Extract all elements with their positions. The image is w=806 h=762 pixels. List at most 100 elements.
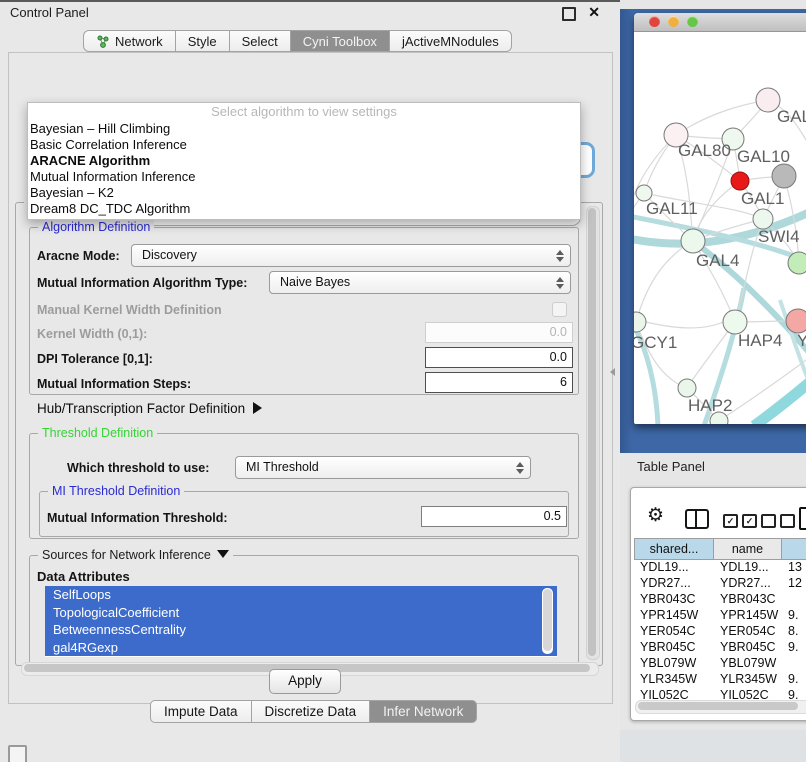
manual-kernel-width-checkbox[interactable] [552,302,567,317]
table-cell: YLR345W [634,672,714,688]
mi-steps-field[interactable]: 6 [425,372,573,393]
dropdown-item[interactable]: Bayesian – K2 [28,185,580,201]
network-node-swi4[interactable] [753,209,773,229]
aracne-mode-combo[interactable]: Discovery [131,244,571,267]
columns-icon[interactable] [685,509,709,529]
table-cell: 13 [782,560,806,576]
dropdown-item[interactable]: Mutual Information Inference [28,169,580,185]
table-cell: YLR345W [714,672,782,688]
network-icon [96,35,110,48]
splitter-collapse-icon[interactable] [610,368,615,376]
mi-algorithm-type-value: Naive Bayes [280,275,350,289]
table-row[interactable]: YLR345WYLR345W9. [634,672,806,688]
list-scrollbar-thumb[interactable] [543,589,552,651]
table-row[interactable]: YDR27...YDR27...12 [634,576,806,592]
node-label-gal4: GAL4 [696,251,739,270]
table-cell: YBR045C [634,640,714,656]
attribute-item[interactable]: SelfLoops [45,586,557,604]
network-edge[interactable] [646,322,723,328]
node-label-gal1: GAL1 [741,189,784,208]
close-traffic-light-icon[interactable] [649,16,660,27]
combo-stepper-icon [516,461,525,475]
mi-algorithm-type-label: Mutual Information Algorithm Type: [37,276,247,290]
table-cell: YBR045C [714,640,782,656]
tab-style[interactable]: Style [176,30,230,52]
network-node-hap2[interactable] [678,379,696,397]
sources-legend[interactable]: Sources for Network Inference [38,548,233,562]
column-header-name[interactable]: name [714,538,782,560]
network-node-gal1[interactable] [731,172,749,190]
mi-algorithm-type-combo[interactable]: Naive Bayes [269,271,571,294]
tab-discretize-data[interactable]: Discretize Data [252,700,371,723]
attribute-item[interactable]: TopologicalCoefficient [45,604,557,622]
float-icon[interactable] [562,7,576,21]
network-canvas[interactable]: GAL7GAL80GAL10GAL1GAL11SWI4GAL4GCY1HAP4Y… [634,31,806,424]
table-hscroll-thumb[interactable] [638,702,798,710]
node-label-y: Y [797,331,806,350]
table-cell: YER054C [634,624,714,640]
table-row[interactable]: YDL19...YDL19...13 [634,560,806,576]
dropdown-item[interactable]: ARACNE Algorithm [28,153,580,169]
table-cell [782,656,806,672]
column-header-a[interactable]: A [782,538,806,560]
attribute-item[interactable]: gal4RGexp [45,639,557,657]
minimize-traffic-light-icon[interactable] [668,16,679,27]
list-scrollbar[interactable] [542,588,553,654]
network-node-gcy1[interactable] [634,312,646,332]
node-label-swi4: SWI4 [758,227,800,246]
node-label-gal7: GAL7 [777,107,806,126]
table-cell: 9. [782,608,806,624]
dropdown-item[interactable]: Dream8 DC_TDC Algorithm [28,201,580,217]
network-node[interactable] [788,252,806,274]
table-row[interactable]: YPR145WYPR145W9. [634,608,806,624]
tab-jactivemnodules[interactable]: jActiveMNodules [390,30,512,52]
network-node[interactable] [772,164,796,188]
which-threshold-combo[interactable]: MI Threshold [235,456,531,479]
table-cell: 8. [782,624,806,640]
node-table: shared...nameA YDL19...YDL19...13YDR27..… [634,538,806,704]
table-row[interactable]: YBR045CYBR045C9. [634,640,806,656]
tab-label: Network [115,34,163,49]
settings-vscroll-thumb[interactable] [588,208,596,656]
node-label-gal11: GAL11 [646,199,698,218]
control-panel-title: Control Panel [10,5,89,20]
new-table-icon[interactable] [799,507,806,530]
table-row[interactable]: YBL079WYBL079W [634,656,806,672]
zoom-traffic-light-icon[interactable] [687,16,698,27]
tab-network[interactable]: Network [83,30,176,52]
network-edge[interactable] [676,100,768,135]
table-horizontal-scrollbar[interactable] [635,700,806,714]
hub-definition-expander[interactable]: Hub/Transcription Factor Definition [37,401,262,416]
apply-button[interactable]: Apply [269,669,341,694]
algorithm-dropdown-popup: Select algorithm to view settings Bayesi… [27,102,581,220]
select-all-icon[interactable]: ✓✓ [723,514,757,528]
deselect-all-icon[interactable] [761,514,795,528]
network-node-gal4[interactable] [681,229,705,253]
settings-vertical-scrollbar[interactable] [586,206,600,660]
gear-icon[interactable]: ⚙ [647,506,664,525]
network-edge[interactable] [636,241,693,322]
table-cell: YBR043C [634,592,714,608]
table-body: YDL19...YDL19...13YDR27...YDR27...12YBR0… [634,560,806,704]
table-row[interactable]: YER054CYER054C8. [634,624,806,640]
table-cell: YBR043C [714,592,782,608]
kernel-width-field[interactable]: 0.0 [425,322,573,343]
tab-cyni-toolbox[interactable]: Cyni Toolbox [291,30,390,52]
attribute-item[interactable]: BetweennessCentrality [45,621,557,639]
dropdown-item[interactable]: Bayesian – Hill Climbing [28,121,580,137]
mi-threshold-field[interactable]: 0.5 [421,506,567,527]
tab-impute-data[interactable]: Impute Data [150,700,252,723]
cyni-toolbox-pane: galFiltered.sif default node Select algo… [8,52,613,704]
tab-select[interactable]: Select [230,30,291,52]
network-edge[interactable] [754,382,806,424]
column-header-shared[interactable]: shared... [634,538,714,560]
network-node-y[interactable] [786,309,806,333]
dpi-tolerance-field[interactable]: 0.0 [425,347,573,368]
close-icon[interactable]: ✕ [588,4,600,21]
data-attributes-list[interactable]: SelfLoopsTopologicalCoefficientBetweenne… [45,586,557,657]
dropdown-item[interactable]: Basic Correlation Inference [28,137,580,153]
table-row[interactable]: YBR043CYBR043C [634,592,806,608]
node-label-gal10: GAL10 [737,147,790,166]
docked-window-icon[interactable] [8,745,27,762]
tab-infer-network[interactable]: Infer Network [370,700,477,723]
